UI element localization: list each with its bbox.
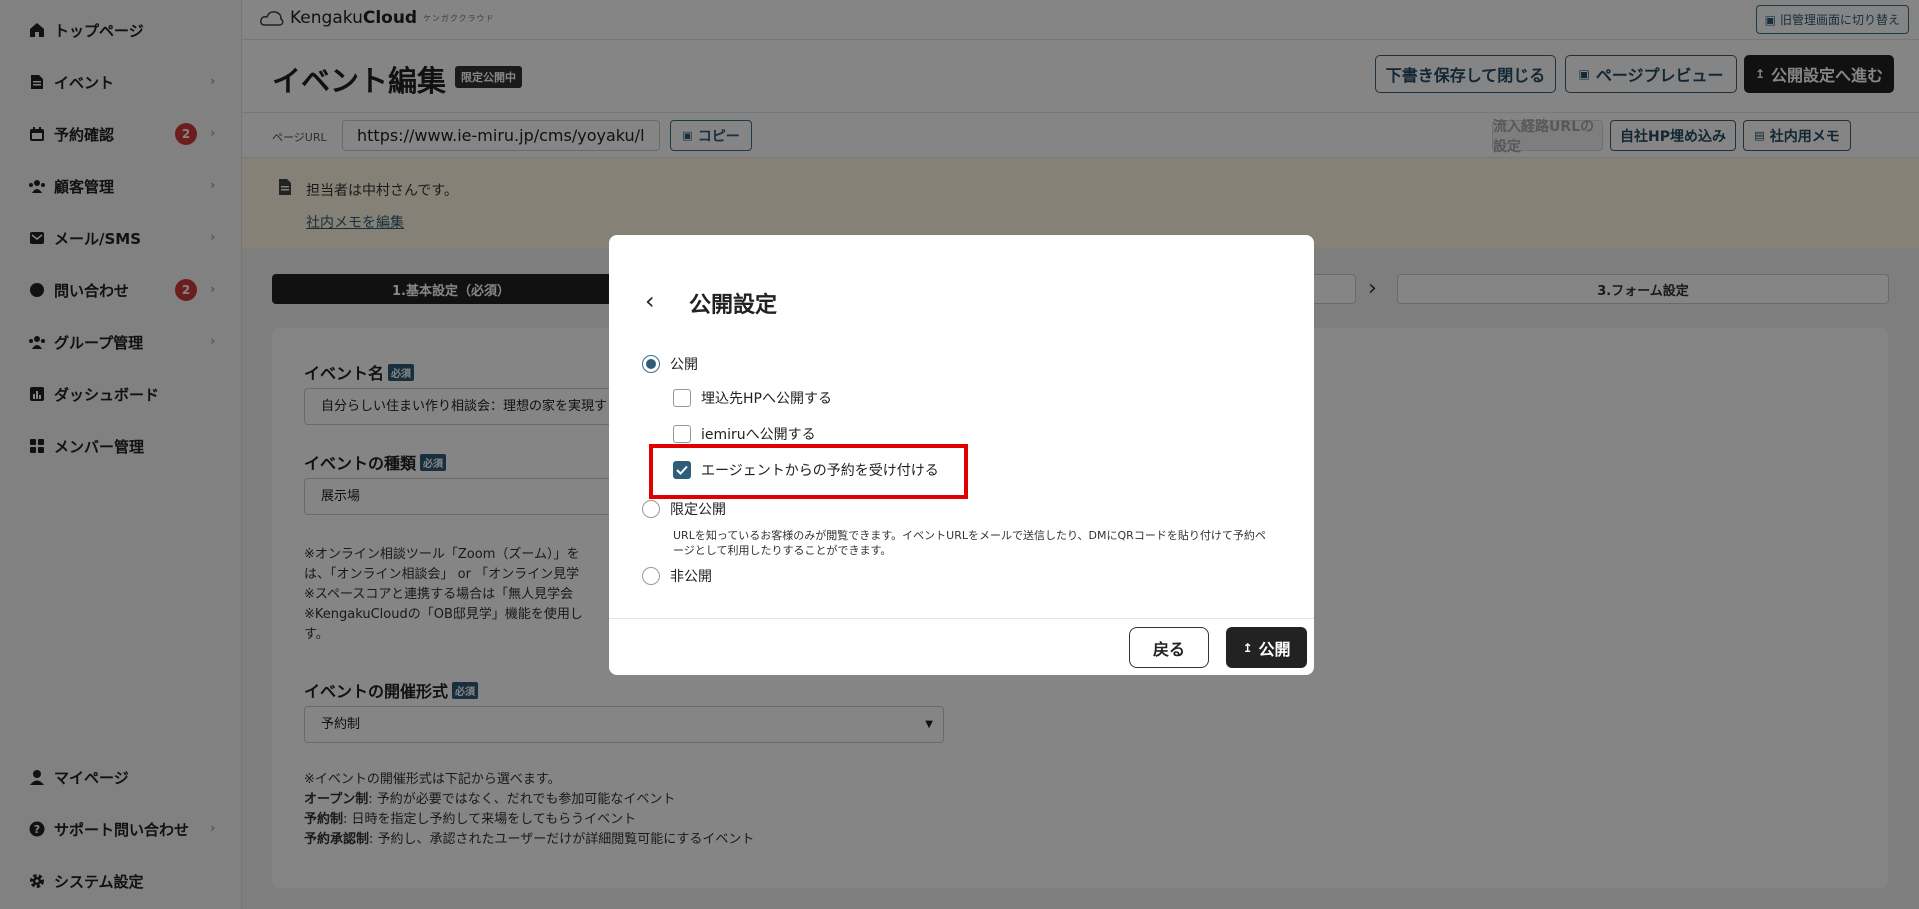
option-label: iemiruへ公開する <box>701 427 816 443</box>
publish-button[interactable]: ↥ 公開 <box>1226 627 1307 668</box>
option-label: 埋込先HPへ公開する <box>701 391 832 407</box>
back-button[interactable]: 戻る <box>1129 627 1209 668</box>
publish-label: 公開 <box>1258 639 1291 659</box>
limited-radio[interactable] <box>642 500 660 518</box>
option-private[interactable]: 非公開 <box>642 566 712 586</box>
highlight-box <box>649 444 968 499</box>
public-radio[interactable] <box>642 355 660 373</box>
private-radio[interactable] <box>642 567 660 585</box>
option-iemiru[interactable]: iemiruへ公開する <box>673 424 816 444</box>
iemiru-checkbox[interactable] <box>673 425 691 443</box>
back-arrow-icon[interactable]: ‹ <box>645 287 655 315</box>
publish-settings-modal: ‹ 公開設定 公開 埋込先HPへ公開する iemiruへ公開する エージェントか… <box>609 235 1314 675</box>
option-public[interactable]: 公開 <box>642 354 698 374</box>
upload-icon: ↥ <box>1242 640 1253 655</box>
option-label: 公開 <box>670 357 698 373</box>
option-label: 非公開 <box>670 569 712 585</box>
option-limited[interactable]: 限定公開 <box>642 499 726 519</box>
modal-divider <box>609 618 1314 619</box>
option-embed-hp[interactable]: 埋込先HPへ公開する <box>673 388 832 408</box>
limited-description: URLを知っているお客様のみが閲覧できます。イベントURLをメールで送信したり、… <box>673 529 1266 557</box>
modal-title: 公開設定 <box>689 293 778 318</box>
option-label: 限定公開 <box>670 502 726 518</box>
embed-hp-checkbox[interactable] <box>673 389 691 407</box>
